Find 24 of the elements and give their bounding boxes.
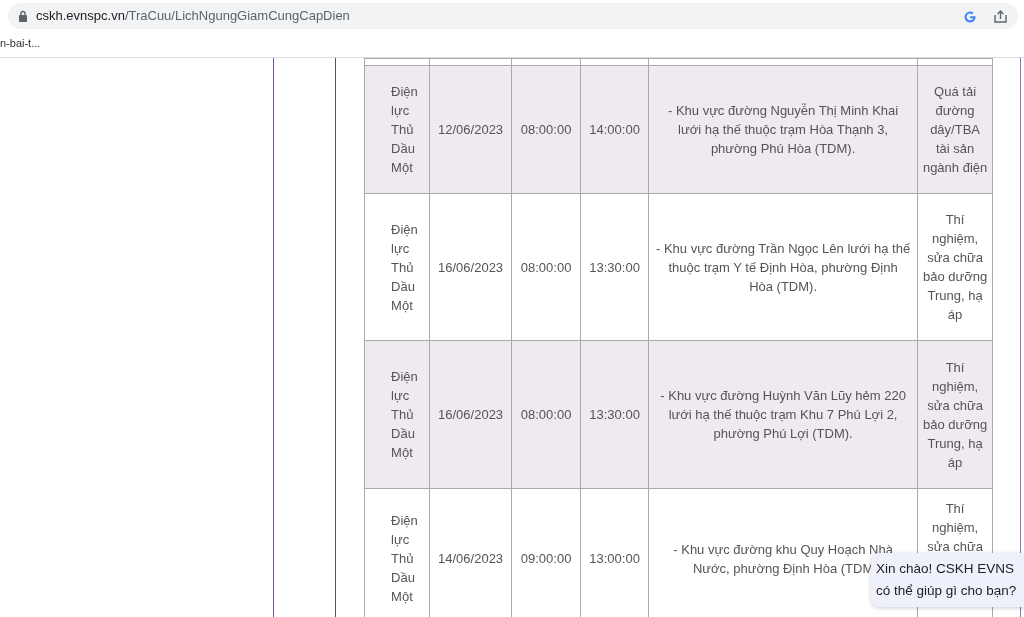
unit-cell: Điện lực Thủ Dầu Một [364, 340, 430, 489]
start-time-cell: 08:00:00 [511, 340, 581, 489]
area-cell: - Khu vực đường Nguyễn Thị Minh Khai lưới hạ thế thuộc trạm Hòa Thạnh 3, phường Phú Hòa (TDM). [648, 65, 918, 194]
date-cell: 16/06/2023 [429, 340, 512, 489]
date-cell: 16/06/2023 [429, 193, 512, 341]
start-time-cell: 08:00:00 [511, 193, 581, 341]
reason-cell: Thí nghiệm, sửa chữa bảo dưỡng Trung, hạ áp [917, 340, 993, 489]
date-cell: 12/06/2023 [429, 65, 512, 194]
start-time-cell: 08:00:00 [511, 65, 581, 194]
end-time-cell: 13:30:00 [580, 340, 649, 489]
unit-cell: Điện lực Thủ Dầu Một [364, 488, 430, 617]
share-icon[interactable] [993, 9, 1008, 23]
google-g-icon[interactable] [963, 9, 977, 23]
reason-cell: Thí nghiệm, sửa chữa bảo dưỡng Trung, hạ áp [917, 193, 993, 341]
end-time-cell: 14:00:00 [580, 65, 649, 194]
lock-icon [18, 10, 28, 22]
area-cell: - Khu vực đường Huỳnh Văn Lũy hẻm 220 lưới hạ thế thuộc trạm Khu 7 Phú Lợi 2, phường Phú Lợi (TDM). [648, 340, 918, 489]
unit-cell: Điện lực Thủ Dầu Một [364, 193, 430, 341]
bookmark-item[interactable]: n-bai-t... [0, 37, 41, 49]
end-time-cell: 13:30:00 [580, 193, 649, 341]
area-cell: - Khu vực đường Trần Ngọc Lên lưới hạ thế thuộc trạm Y tế Định Hòa, phường Định Hòa (TDM). [648, 193, 918, 341]
reason-cell: Quá tải đường dây/TBA tài sản ngành điện [917, 65, 993, 194]
chat-bubble[interactable]: Xin chào! CSKH EVNS có thể giúp gì cho bạn? [871, 553, 1024, 607]
unit-cell: Điện lực Thủ Dầu Một [364, 65, 430, 194]
